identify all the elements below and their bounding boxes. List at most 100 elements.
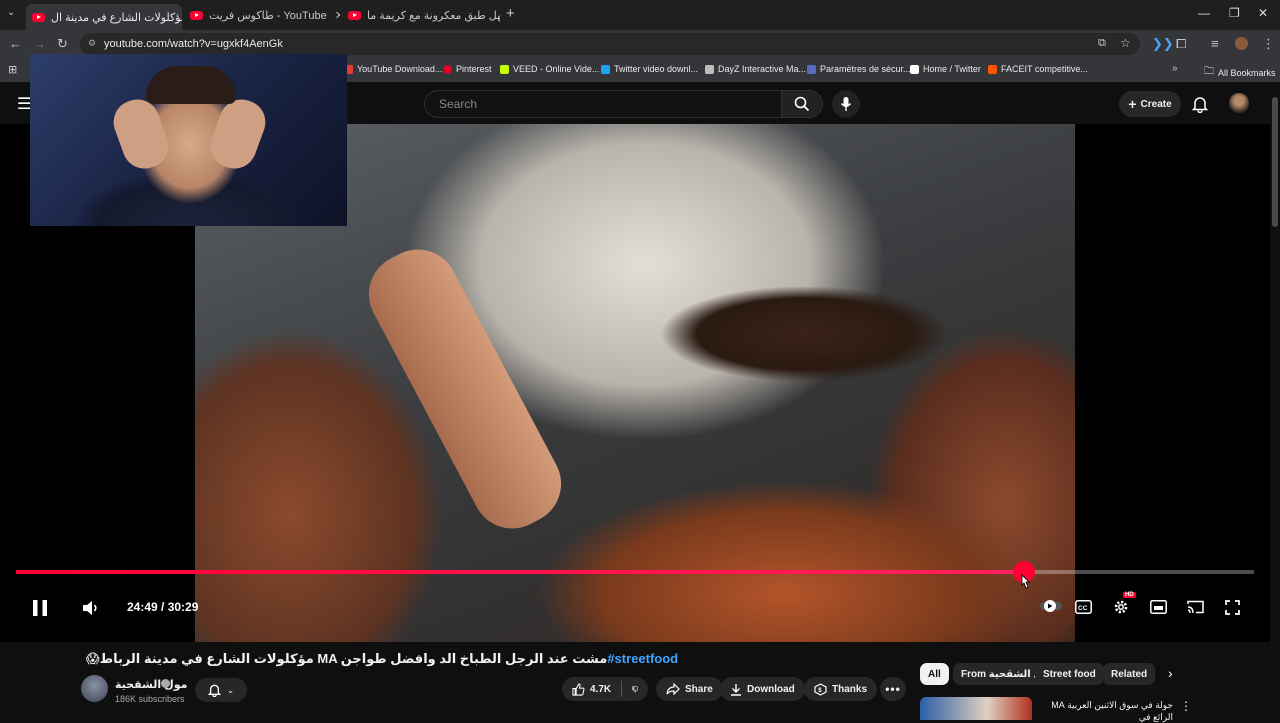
youtube-favicon-icon [32,13,45,22]
twitter-downloader-icon [601,65,610,74]
tab-title: طاكوس فريت - YouTube [209,9,327,22]
dayz-icon [705,65,714,74]
x-icon [910,65,919,74]
browser-tab-strip: ⌄ مؤكلولات الشارع في مدينة ال 🔊 ✕ طاكوس … [0,0,1280,30]
thanks-button[interactable]: $ Thanks [804,677,877,701]
recommended-video-title[interactable]: جولة في سوق الاثنين العربية MA الرائع في [1038,699,1173,723]
channel-avatar[interactable] [81,675,108,702]
pause-icon[interactable] [32,599,48,617]
fullscreen-icon[interactable] [1225,600,1240,615]
progress-played [16,570,1024,574]
restore-icon[interactable]: ❐ [1229,6,1240,20]
verified-badge-icon [161,679,170,688]
channel-name[interactable]: مول الشقحية [115,678,187,691]
right-hand [204,93,271,175]
recommended-video-thumbnail[interactable] [920,697,1032,720]
bookmark-twitter-downloader[interactable]: Twitter video downl... [601,64,698,74]
reload-icon[interactable]: ↻ [57,36,68,52]
youtube-favicon-icon [348,11,361,20]
share-icon [666,683,680,695]
cook-arm [355,235,575,542]
chip-all[interactable]: All [920,663,949,685]
extension-audio-icon[interactable]: ❯❯ [1152,36,1174,52]
cast-icon[interactable] [1187,600,1204,614]
bookmark-faceit[interactable]: FACEIT competitive... [988,64,1088,74]
captions-icon[interactable]: CC [1075,600,1092,614]
notifications-bell-icon[interactable] [1192,95,1208,113]
settings-gear-icon[interactable] [1113,599,1129,615]
bookmark-pinterest[interactable]: Pinterest [443,64,492,74]
microphone-icon [840,96,852,112]
page-scrollbar-thumb[interactable] [1272,97,1278,227]
youtube-favicon-icon [190,11,203,20]
pinterest-icon [443,65,452,74]
tab-3[interactable]: أسهل طبق معكرونة مع كريمة ما ✕ [342,4,500,26]
bookmark-security-settings[interactable]: Paramètres de sécur... [807,64,911,74]
autoplay-toggle[interactable] [1040,599,1062,613]
apps-grid-icon[interactable]: ⊞ [8,63,17,76]
download-icon [730,683,742,696]
new-tab-button[interactable]: + [506,5,515,22]
time-display: 24:49 / 30:29 [127,600,198,614]
title-text: مؤكلولات الشارع في مدينة الرباط MA مشت ع… [100,651,608,666]
chevron-down-icon: ⌄ [227,685,235,696]
volume-icon[interactable] [82,600,100,616]
progress-bar[interactable] [16,570,1254,574]
chip-street-food[interactable]: Street food [1035,663,1104,685]
like-button[interactable]: 4.7K [572,683,611,696]
close-tab-icon[interactable]: ✕ [335,9,340,22]
chips-next-arrow-icon[interactable]: › [1168,665,1173,681]
bookmark-home-twitter[interactable]: Home / Twitter [910,64,981,74]
shield-icon [807,65,816,74]
tab-search-icon[interactable]: ⌄ [7,7,15,18]
tab-title: مؤكلولات الشارع في مدينة ال [51,11,182,24]
account-avatar[interactable] [1229,93,1249,113]
left-hand [107,93,174,175]
like-dislike-group: 4.7K [562,677,648,701]
hd-badge: HD [1123,592,1136,598]
address-bar[interactable]: ⚙ youtube.com/watch?v=ugxkf4AenGk ⧉ ☆ [80,33,1140,55]
video-title: 😱مؤكلولات الشارع في مدينة الرباط MA مشت … [86,651,546,667]
mouse-cursor-icon [1019,574,1031,590]
bookmark-veed[interactable]: VEED - Online Vide... [500,64,599,74]
share-button[interactable]: Share [656,677,723,701]
subscriber-count: 186K subscribers [115,694,185,704]
create-button[interactable]: +Create [1119,91,1181,117]
thumbs-down-icon[interactable] [632,683,638,696]
notifications-bell-icon [208,683,221,697]
folder-icon: 🗀 [1204,64,1214,81]
forward-icon[interactable]: → [33,36,46,51]
tab-2[interactable]: طاكوس فريت - YouTube ✕ [184,4,340,26]
autoplay-icon [1040,599,1062,613]
bookmark-star-icon[interactable]: ☆ [1120,36,1131,50]
bookmark-dayz[interactable]: DayZ Interactive Ma... [705,64,806,74]
install-app-icon[interactable]: ⧉ [1098,37,1106,50]
reading-list-icon[interactable]: ≡ [1211,36,1219,51]
browser-menu-icon[interactable]: ⋮ [1262,36,1275,52]
site-info-icon[interactable]: ⚙ [88,38,96,49]
title-hashtag-link[interactable]: #streetfood [607,651,678,666]
more-actions-button[interactable]: ••• [880,677,906,701]
close-window-icon[interactable]: ✕ [1258,6,1268,20]
miniplayer-icon[interactable] [1150,600,1167,614]
title-emoji: 😱 [86,651,100,666]
search-button[interactable] [781,90,823,118]
profile-avatar[interactable] [1235,37,1248,50]
search-icon [794,96,810,112]
extensions-icon[interactable]: ⧠ [1176,36,1186,52]
veed-icon [500,65,509,74]
all-bookmarks-folder[interactable]: 🗀All Bookmarks [1204,64,1276,81]
minimize-icon[interactable]: — [1198,6,1210,20]
bookmark-youtube-downloader[interactable]: YouTube Download... [344,64,442,74]
chip-related[interactable]: Related [1103,663,1155,685]
download-button[interactable]: Download [720,677,805,701]
back-icon[interactable]: ← [9,36,22,51]
voice-search-button[interactable] [832,90,860,118]
tab-active[interactable]: مؤكلولات الشارع في مدينة ال 🔊 ✕ [26,4,182,30]
super-thanks-icon: $ [814,683,827,696]
recommended-video-menu-icon[interactable]: ⋮ [1180,699,1192,713]
like-count: 4.7K [590,684,611,695]
search-input[interactable]: Search [424,90,782,118]
subscribed-notifications-button[interactable]: ⌄ [195,678,247,702]
more-bookmarks-icon[interactable]: » [1172,63,1178,74]
